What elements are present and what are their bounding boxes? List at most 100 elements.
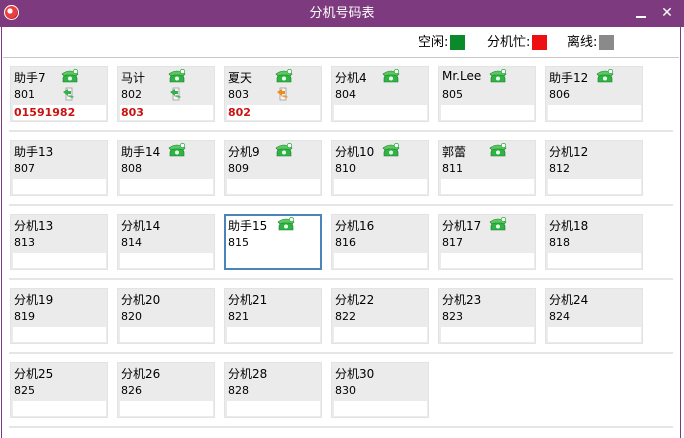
extension-name: 分机10: [335, 145, 375, 159]
connected-number-field: [227, 401, 320, 416]
extension-card-811[interactable]: 郭蕾 811: [438, 140, 536, 196]
extension-name: 分机13: [14, 219, 54, 233]
phone-status-icon: [168, 68, 186, 83]
extension-number: 821: [228, 310, 249, 323]
connected-number-field: [227, 179, 320, 194]
connected-number-field: 803: [120, 105, 213, 120]
extension-name: 分机22: [335, 293, 375, 307]
extension-number: 820: [121, 310, 142, 323]
extension-card-828[interactable]: 分机28 828: [224, 362, 322, 418]
extension-number: 825: [14, 384, 35, 397]
extension-card-812[interactable]: 分机12 812: [545, 140, 643, 196]
extension-name: 分机16: [335, 219, 375, 233]
extension-card-804[interactable]: 分机4 804: [331, 66, 429, 122]
extension-name: 分机28: [228, 367, 268, 381]
connected-number-field: [227, 327, 320, 342]
extension-card-816[interactable]: 分机16 816: [331, 214, 429, 270]
connected-number-field: [120, 253, 213, 268]
extension-card-806[interactable]: 助手12 806: [545, 66, 643, 122]
legend-offline-label: 离线:: [567, 35, 598, 50]
extension-number: 826: [121, 384, 142, 397]
extension-name: 分机26: [121, 367, 161, 381]
phone-status-icon: [489, 216, 507, 231]
phone-status-icon: [382, 68, 400, 83]
extension-number: 805: [442, 88, 463, 101]
connected-number-field: [13, 253, 106, 268]
app-icon[interactable]: [4, 5, 19, 20]
call-transfer-icon: [275, 86, 291, 102]
row-separator: [9, 352, 673, 354]
extension-card-819[interactable]: 分机19 819: [10, 288, 108, 344]
extension-name: 助手14: [121, 145, 161, 159]
connected-number-field: [120, 327, 213, 342]
extension-name: 分机25: [14, 367, 54, 381]
connected-number-field: [334, 327, 427, 342]
connected-number-field: [334, 179, 427, 194]
title-bar: 分机号码表 ✕: [0, 0, 684, 27]
connected-number-field: [441, 327, 534, 342]
phone-status-icon: [596, 68, 614, 83]
row-separator: [9, 204, 673, 206]
extension-name: 分机14: [121, 219, 161, 233]
extension-number: 824: [549, 310, 570, 323]
extension-card-808[interactable]: 助手14 808: [117, 140, 215, 196]
extension-number: 808: [121, 162, 142, 175]
phone-status-icon: [277, 216, 295, 231]
extension-number: 817: [442, 236, 463, 249]
extension-card-807[interactable]: 助手13 807: [10, 140, 108, 196]
extension-card-809[interactable]: 分机9 809: [224, 140, 322, 196]
extension-number: 812: [549, 162, 570, 175]
connected-number-field: [13, 327, 106, 342]
extension-card-821[interactable]: 分机21 821: [224, 288, 322, 344]
connected-number-field: [441, 253, 534, 268]
status-legend-bar: 空闲: 分机忙: 离线:: [3, 29, 679, 58]
extension-card-823[interactable]: 分机23 823: [438, 288, 536, 344]
call-transfer-icon: [61, 86, 77, 102]
extension-card-805[interactable]: Mr.Lee 805: [438, 66, 536, 122]
extension-name: 助手7: [14, 71, 46, 85]
extension-name: 分机19: [14, 293, 54, 307]
extension-card-820[interactable]: 分机20 820: [117, 288, 215, 344]
extension-card-826[interactable]: 分机26 826: [117, 362, 215, 418]
extension-number: 810: [335, 162, 356, 175]
extension-card-801[interactable]: 助手7 801 01591982: [10, 66, 108, 122]
extension-card-810[interactable]: 分机10 810: [331, 140, 429, 196]
extension-card-825[interactable]: 分机25 825: [10, 362, 108, 418]
extension-number: 809: [228, 162, 249, 175]
connected-number-field: [13, 401, 106, 416]
extension-number: 813: [14, 236, 35, 249]
legend-offline: 离线:: [567, 35, 615, 51]
connected-number-field: [120, 179, 213, 194]
extension-card-814[interactable]: 分机14 814: [117, 214, 215, 270]
extension-number: 815: [228, 236, 249, 249]
close-icon: ✕: [661, 5, 673, 21]
phone-status-icon: [489, 68, 507, 83]
extension-number: 806: [549, 88, 570, 101]
extension-card-813[interactable]: 分机13 813: [10, 214, 108, 270]
extension-name: 分机18: [549, 219, 589, 233]
extension-card-824[interactable]: 分机24 824: [545, 288, 643, 344]
phone-status-icon: [489, 142, 507, 157]
extension-number: 822: [335, 310, 356, 323]
extension-name: 助手13: [14, 145, 54, 159]
extension-card-822[interactable]: 分机22 822: [331, 288, 429, 344]
extension-card-803[interactable]: 夏天 803 802: [224, 66, 322, 122]
connected-number-field: [13, 179, 106, 194]
legend-busy-label: 分机忙:: [487, 35, 531, 50]
extension-name: 分机21: [228, 293, 268, 307]
minimize-button[interactable]: [630, 3, 652, 23]
extension-card-818[interactable]: 分机18 818: [545, 214, 643, 270]
connected-number-field: [548, 327, 641, 342]
extension-card-817[interactable]: 分机17 817: [438, 214, 536, 270]
extension-card-802[interactable]: 马计 802 803: [117, 66, 215, 122]
phone-status-icon: [61, 68, 79, 83]
legend-idle: 空闲:: [418, 35, 466, 51]
extension-name: 助手15: [228, 219, 268, 233]
extension-number: 801: [14, 88, 35, 101]
close-button[interactable]: ✕: [656, 3, 678, 23]
legend-idle-label: 空闲:: [418, 35, 449, 50]
extension-card-815[interactable]: 助手15 815: [224, 214, 322, 270]
extension-card-830[interactable]: 分机30 830: [331, 362, 429, 418]
legend-busy-swatch: [532, 35, 548, 50]
extension-name: Mr.Lee: [442, 69, 482, 83]
